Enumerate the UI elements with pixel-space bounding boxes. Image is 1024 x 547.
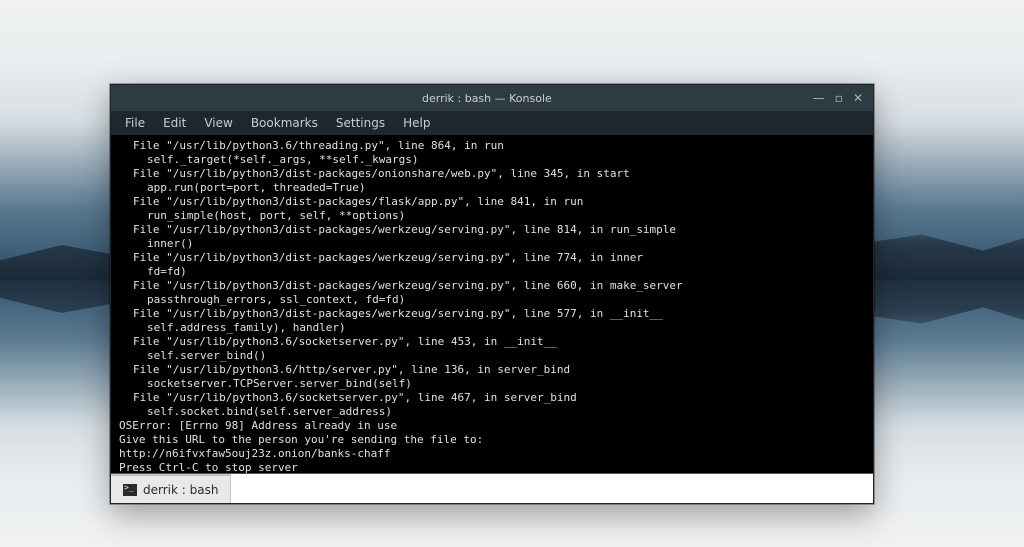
menu-settings[interactable]: Settings xyxy=(328,113,393,133)
terminal-line: File "/usr/lib/python3/dist-packages/wer… xyxy=(119,307,865,321)
terminal-line: File "/usr/lib/python3/dist-packages/wer… xyxy=(119,279,865,293)
menu-view[interactable]: View xyxy=(196,113,240,133)
terminal-icon xyxy=(123,484,137,496)
menu-file[interactable]: File xyxy=(117,113,153,133)
desktop-wallpaper: derrik : bash — Konsole — ▫ ✕ File Edit … xyxy=(0,0,1024,547)
terminal-line: self._target(*self._args, **self._kwargs… xyxy=(119,153,865,167)
terminal-line: self.server_bind() xyxy=(119,349,865,363)
terminal-line: self.address_family), handler) xyxy=(119,321,865,335)
terminal-line: File "/usr/lib/python3.6/threading.py", … xyxy=(119,139,865,153)
terminal-line: Press Ctrl-C to stop server xyxy=(119,461,865,473)
terminal-line: fd=fd) xyxy=(119,265,865,279)
terminal-line: app.run(port=port, threaded=True) xyxy=(119,181,865,195)
minimize-icon[interactable]: — xyxy=(813,91,825,105)
tab-label: derrik : bash xyxy=(143,483,218,497)
terminal-line: File "/usr/lib/python3/dist-packages/wer… xyxy=(119,223,865,237)
terminal-line: OSError: [Errno 98] Address already in u… xyxy=(119,419,865,433)
terminal-line: http://n6ifvxfaw5ouj23z.onion/banks-chaf… xyxy=(119,447,865,461)
window-titlebar[interactable]: derrik : bash — Konsole — ▫ ✕ xyxy=(111,85,873,111)
window-title: derrik : bash — Konsole xyxy=(171,92,803,105)
terminal-line: inner() xyxy=(119,237,865,251)
terminal-line: self.socket.bind(self.server_address) xyxy=(119,405,865,419)
terminal-line: File "/usr/lib/python3.6/socketserver.py… xyxy=(119,335,865,349)
close-icon[interactable]: ✕ xyxy=(853,91,863,105)
konsole-window: derrik : bash — Konsole — ▫ ✕ File Edit … xyxy=(110,84,874,504)
tab-session-0[interactable]: derrik : bash xyxy=(111,474,231,503)
terminal-line: File "/usr/lib/python3.6/http/server.py"… xyxy=(119,363,865,377)
menu-help[interactable]: Help xyxy=(395,113,438,133)
tab-bar: derrik : bash xyxy=(111,473,873,503)
terminal-line: Give this URL to the person you're sendi… xyxy=(119,433,865,447)
maximize-icon[interactable]: ▫ xyxy=(835,91,843,105)
menu-bookmarks[interactable]: Bookmarks xyxy=(243,113,326,133)
terminal-line: socketserver.TCPServer.server_bind(self) xyxy=(119,377,865,391)
menubar: File Edit View Bookmarks Settings Help xyxy=(111,111,873,135)
terminal-line: passthrough_errors, ssl_context, fd=fd) xyxy=(119,293,865,307)
terminal-line: File "/usr/lib/python3/dist-packages/wer… xyxy=(119,251,865,265)
terminal-line: File "/usr/lib/python3/dist-packages/oni… xyxy=(119,167,865,181)
terminal-line: run_simple(host, port, self, **options) xyxy=(119,209,865,223)
terminal-line: File "/usr/lib/python3.6/socketserver.py… xyxy=(119,391,865,405)
terminal-line: File "/usr/lib/python3/dist-packages/fla… xyxy=(119,195,865,209)
terminal-output[interactable]: File "/usr/lib/python3.6/threading.py", … xyxy=(111,135,873,473)
menu-edit[interactable]: Edit xyxy=(155,113,194,133)
